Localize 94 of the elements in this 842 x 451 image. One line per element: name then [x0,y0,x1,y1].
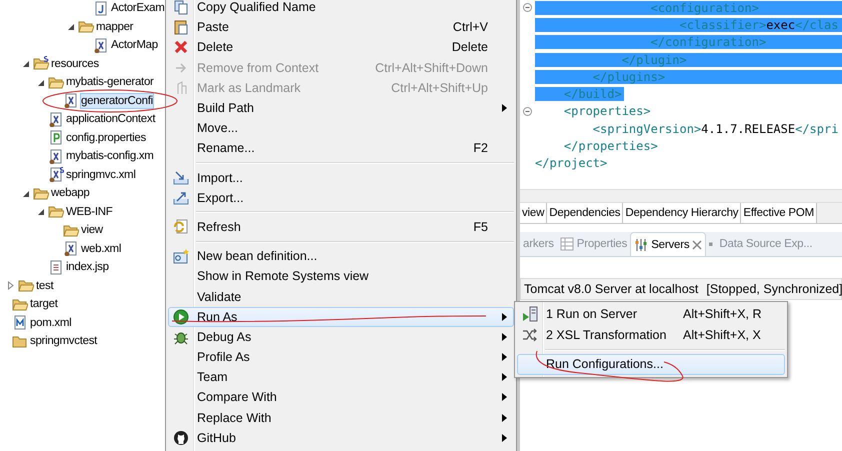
import-icon [173,170,189,186]
code-line: <springVersion>4.1.7.RELEASE</spri [592,122,840,136]
tree-item[interactable]: ActorMap [110,37,159,54]
delete-icon [173,39,189,56]
tree-item[interactable]: mybatis-config.xm [65,148,155,164]
file-icon [12,315,28,330]
fold-icon[interactable] [523,3,532,12]
code-line: </properties> [562,139,659,154]
collapsed-arrow-icon[interactable] [6,281,15,290]
run-icon [173,308,189,325]
xsl-icon [522,326,538,343]
bean-icon [173,248,189,264]
menu-item[interactable]: Paste Ctrl+V [168,17,514,38]
menu-item[interactable]: Build Path [168,98,514,118]
paste-icon [173,19,189,36]
panel-tab[interactable]: Servers [630,232,706,256]
tree-item[interactable]: generatorConfi [80,92,154,109]
expanded-arrow-icon[interactable] [66,22,75,32]
tree-item[interactable]: WEB-INF [65,204,114,220]
file-icon [48,112,64,127]
server-row[interactable]: Tomcat v8.0 Server at localhost [Stopped, Synchronized] [520,278,842,300]
folder-icon [48,74,64,90]
tree-item[interactable]: applicationContext [65,111,156,128]
horizontal-scrollbar[interactable] [520,189,842,203]
tree-item[interactable]: web.xml [80,240,122,257]
tree-item[interactable]: mapper [95,18,134,35]
menu-item[interactable]: Show in Remote Systems view [168,266,514,286]
folder-icon [12,334,28,349]
tree-item[interactable]: springmvc.xml [65,166,137,183]
menu-item[interactable]: New bean definition... [168,246,514,266]
tree-item[interactable]: index.jsp [65,259,110,276]
export-icon [173,190,189,206]
menu-item[interactable]: Profile As [168,347,514,368]
menu-item[interactable]: Rename... F2 [168,138,514,158]
tree-item[interactable]: mybatis-generator [65,74,155,90]
editor-tab[interactable]: view [520,203,548,223]
code-line: </project> [535,156,608,170]
github-icon [173,430,189,446]
menu-item[interactable]: Validate [168,286,514,307]
servers-icon [634,238,648,252]
tree-item[interactable]: config.properties [65,130,147,146]
tree-item[interactable]: test [35,278,54,294]
menu-item[interactable]: Delete Delete [168,37,514,58]
fold-icon[interactable] [523,106,532,116]
expanded-arrow-icon[interactable] [21,188,30,198]
folder-icon [18,278,34,294]
menu-item[interactable]: 1 Run on Server Alt+Shift+X, R [517,304,785,324]
folder-icon [33,186,49,201]
menu-item[interactable]: Copy Qualified Name [168,0,514,18]
copy-icon [173,0,189,16]
close-icon[interactable] [692,240,702,250]
menu-item[interactable]: Run Configurations... [517,354,785,374]
menu-item[interactable]: Move... [168,118,514,138]
menu-item[interactable]: Export... [168,188,514,208]
server-name: Tomcat v8.0 Server at localhost [524,282,698,296]
tree-item[interactable]: target [29,296,59,312]
menu-item[interactable]: Refresh F5 [168,216,514,238]
editor-tab[interactable]: Effective POM [741,203,818,223]
menu-item[interactable]: Debug As [168,326,514,347]
menu-item[interactable]: Team [168,367,514,388]
file-icon [63,241,79,256]
folder-icon [33,56,49,72]
tree-item[interactable]: springmvctest [29,333,98,350]
file-icon [48,260,64,275]
file-icon [48,130,64,146]
refresh-icon [173,218,189,235]
server-status: [Stopped, Synchronized] [706,282,842,296]
menu-item[interactable]: 2 XSL Transformation Alt+Shift+X, X [517,324,785,345]
expanded-arrow-icon[interactable] [36,207,45,216]
folder-icon [12,296,28,312]
tree-item[interactable]: webapp [50,185,90,202]
menu-item[interactable]: Compare With [168,387,514,408]
file-icon [63,93,79,108]
tree-item[interactable]: view [80,222,104,238]
folder-icon [78,19,94,34]
menu-item[interactable]: GitHub [168,428,514,448]
menu-item[interactable]: Run As [168,306,514,327]
editor-tab[interactable]: Dependencies [547,203,624,223]
tree-item[interactable]: resources [50,56,100,72]
expanded-arrow-icon[interactable] [36,78,45,87]
tree-item[interactable]: pom.xml [29,314,72,331]
folder-icon [48,204,64,220]
table-icon [560,237,574,251]
server-icon [522,306,538,322]
tree-item[interactable]: ActorExam [110,0,165,16]
file-icon [93,38,109,53]
code-line: <properties> [562,104,652,118]
menu-item[interactable]: Replace With [168,408,514,428]
file-icon [48,167,64,182]
folder-icon [63,222,79,238]
editor-tab[interactable]: Dependency Hierarchy [623,203,742,223]
menu-item[interactable]: Import... [168,168,514,188]
expanded-arrow-icon[interactable] [21,59,30,68]
file-icon [48,148,64,164]
